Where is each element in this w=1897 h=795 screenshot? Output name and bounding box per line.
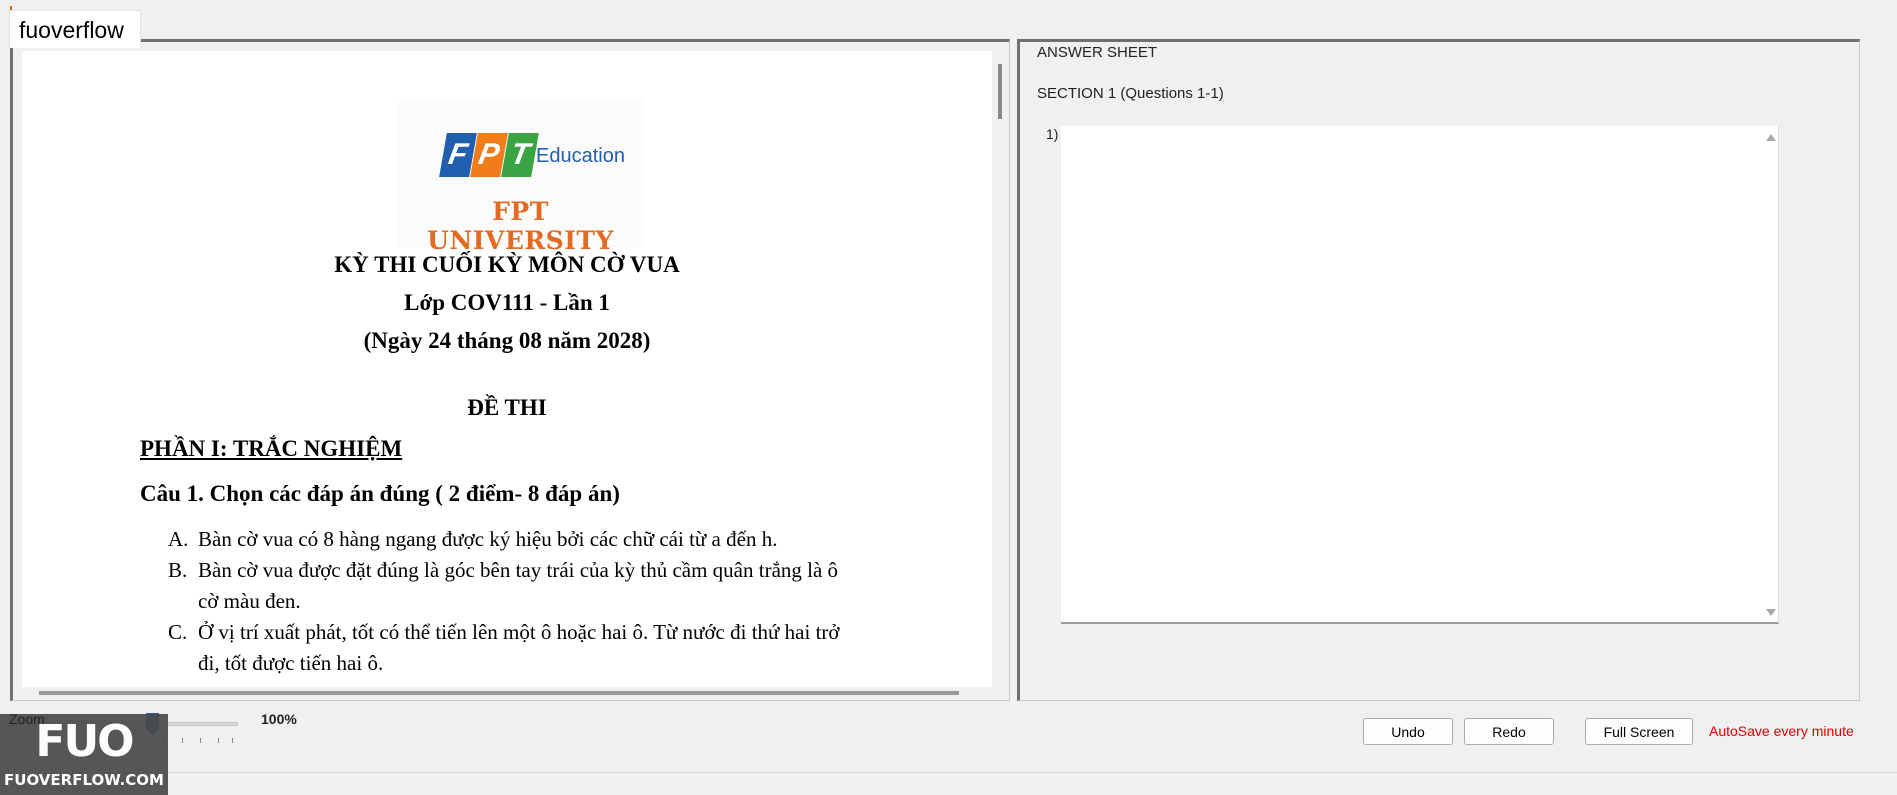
answer-input[interactable] [1061, 126, 1779, 624]
zoom-tick [232, 738, 233, 743]
full-screen-button[interactable]: Full Screen [1585, 718, 1693, 745]
scroll-up-icon[interactable] [1766, 134, 1776, 141]
redo-button[interactable]: Redo [1464, 718, 1554, 745]
question-1: Câu 1. Chọn các đáp án đúng ( 2 điểm- 8 … [140, 481, 620, 506]
option-text: Bàn cờ vua được đặt đúng là góc bên tay … [198, 558, 839, 582]
zoom-label: Zoom [9, 711, 45, 727]
section-title: SECTION 1 (Questions 1-1) [1037, 85, 1224, 102]
question-number-label: 1) [1046, 126, 1059, 142]
zoom-tick [182, 738, 183, 743]
answer-sheet-panel: ANSWER SHEET SECTION 1 (Questions 1-1) 1… [1017, 39, 1860, 701]
bottom-divider [0, 772, 1897, 773]
exam-class: Lớp COV111 - Lần 1 [404, 290, 610, 315]
answer-scrollbar[interactable] [1761, 126, 1779, 624]
document-horizontal-scrollbar[interactable] [39, 691, 959, 695]
logo-letter-t: T [501, 133, 539, 177]
option-text-cont: đi, tốt được tiến hai ô. [198, 651, 384, 675]
option-text: Bàn cờ vua có 8 hàng ngang được ký hiệu … [198, 527, 778, 551]
tab-fuoverflow[interactable]: fuoverflow [9, 10, 141, 48]
exam-title: KỲ THI CUỐI KỲ MÔN CỜ VUA [334, 252, 680, 277]
option-letter: A. [168, 527, 189, 551]
document-panel: F P T Education FPT UNIVERSITY KỲ THI CU… [10, 39, 1010, 701]
fpt-logo-blocks: F P T [439, 133, 539, 179]
document-viewport[interactable]: F P T Education FPT UNIVERSITY KỲ THI CU… [22, 51, 992, 687]
zoom-value: 100% [261, 711, 297, 727]
exam-date: (Ngày 24 tháng 08 năm 2028) [363, 328, 651, 353]
zoom-tick [218, 738, 219, 743]
autosave-notice: AutoSave every minute [1709, 723, 1854, 739]
fpt-education-logo: F P T Education FPT UNIVERSITY [398, 99, 643, 255]
undo-button[interactable]: Undo [1363, 718, 1453, 745]
option-letter: C. [168, 620, 188, 644]
watermark-site: FUOVERFLOW.COM [4, 771, 164, 789]
option-letter: B. [168, 558, 188, 582]
logo-university-label: FPT UNIVERSITY [427, 197, 614, 255]
option-text: Ở vị trí xuất phát, tốt có thể tiến lên … [198, 620, 840, 644]
logo-education-label: Education [536, 145, 625, 167]
part-heading: PHẦN I: TRẮC NGHIỆM [140, 436, 403, 461]
tab-strip: fuoverflow [0, 0, 1897, 48]
answer-sheet-title: ANSWER SHEET [1037, 44, 1158, 61]
scroll-down-icon[interactable] [1766, 609, 1776, 616]
exam-heading: ĐỀ THI [467, 395, 547, 420]
option-text-cont: cờ màu đen. [198, 589, 301, 613]
zoom-tick [200, 738, 201, 743]
document-vertical-scrollbar[interactable] [998, 64, 1002, 119]
